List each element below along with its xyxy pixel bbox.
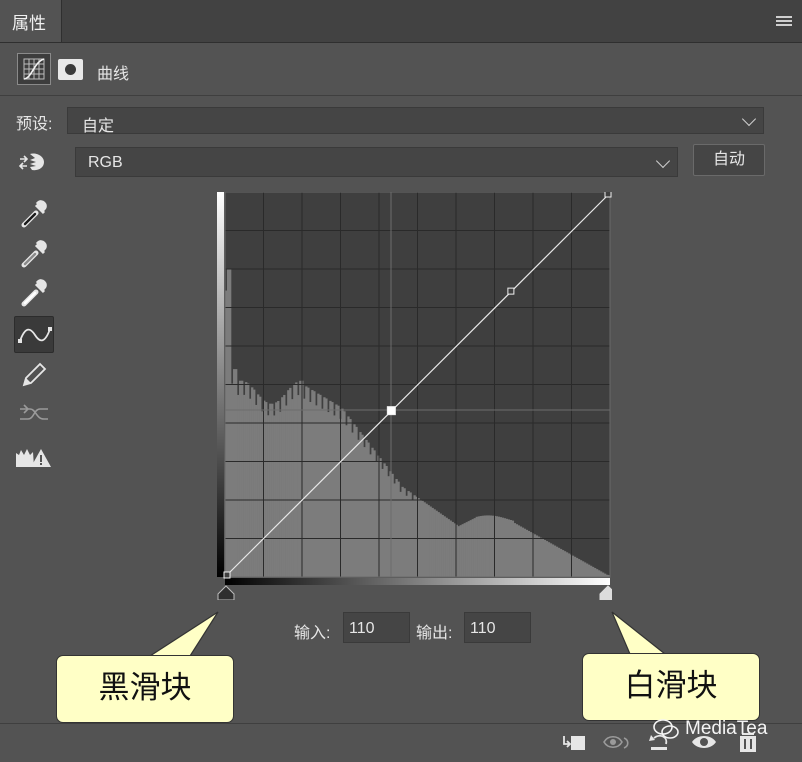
watermark-text: MediaTea <box>685 718 768 739</box>
callout-pointers <box>147 611 667 657</box>
black-slider-callout: 黑滑块 <box>56 655 234 723</box>
bottom-toolbar <box>0 723 802 762</box>
black-slider-callout-text: 黑滑块 <box>98 670 192 706</box>
clip-to-layer-icon[interactable] <box>560 730 588 754</box>
wechat-logo-icon <box>653 719 679 739</box>
white-slider-callout-text: 白滑块 <box>624 668 718 704</box>
view-previous-state-icon[interactable] <box>602 730 630 754</box>
white-slider-callout: 白滑块 <box>582 653 760 721</box>
